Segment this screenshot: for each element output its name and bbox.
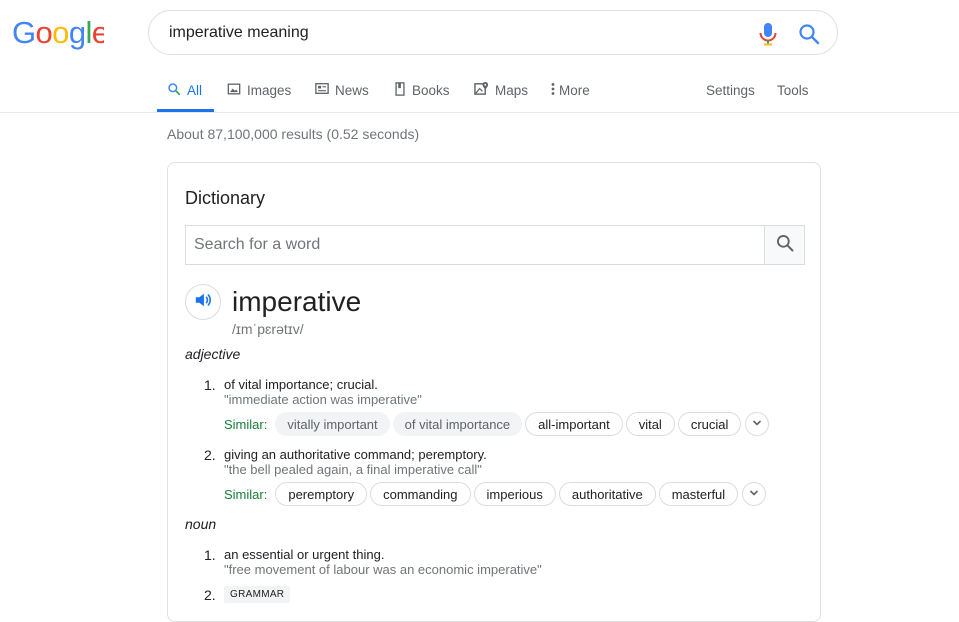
- tab-label: Images: [247, 82, 292, 98]
- tab-label: All: [187, 82, 203, 98]
- tab-tools[interactable]: Tools: [777, 68, 809, 112]
- similar-label: Similar:: [224, 486, 268, 502]
- part-of-speech: adjective: [185, 346, 241, 362]
- svg-text:Google: Google: [12, 16, 104, 50]
- phonetic-spelling: /ɪmˈpɛrətɪv/: [232, 321, 304, 337]
- result-stats: About 87,100,000 results (0.52 seconds): [167, 126, 420, 142]
- speaker-icon: [194, 291, 212, 314]
- similar-words: Similar: vitally important of vital impo…: [224, 412, 770, 436]
- chevron-down-icon: [749, 485, 759, 503]
- synonym-chip[interactable]: imperious: [473, 482, 556, 506]
- microphone-icon[interactable]: [757, 22, 779, 46]
- logo-letter-o2: o: [52, 16, 69, 50]
- similar-label: Similar:: [224, 416, 268, 432]
- tab-label: Settings: [706, 82, 755, 98]
- tab-maps[interactable]: Maps: [474, 68, 528, 112]
- tab-images[interactable]: Images: [227, 68, 291, 112]
- tab-label: Books: [412, 82, 450, 98]
- tab-books[interactable]: Books: [394, 68, 450, 112]
- logo-letter-g: G: [12, 16, 36, 50]
- map-icon: [474, 81, 489, 99]
- synonym-chip[interactable]: authoritative: [558, 482, 656, 506]
- tab-news[interactable]: News: [315, 68, 369, 112]
- synonym-chip[interactable]: peremptory: [275, 482, 368, 506]
- tab-more[interactable]: More: [550, 68, 590, 112]
- part-of-speech: noun: [185, 516, 217, 532]
- logo-letter-g2: g: [69, 16, 86, 50]
- tab-settings[interactable]: Settings: [706, 68, 755, 112]
- synonym-chip[interactable]: of vital importance: [392, 412, 523, 436]
- news-icon: [315, 82, 329, 98]
- definition-text: an essential or urgent thing.: [224, 547, 385, 562]
- chevron-down-icon: [752, 415, 762, 433]
- more-vertical-icon: [550, 82, 556, 99]
- book-icon: [394, 81, 406, 99]
- search-tabs: All Images News Books Maps More Settings…: [0, 68, 959, 113]
- expand-synonyms-button[interactable]: [742, 482, 767, 506]
- tab-label: Maps: [495, 82, 529, 98]
- google-logo[interactable]: Google: [12, 16, 104, 50]
- tab-label: News: [335, 82, 369, 98]
- search-icon[interactable]: [797, 22, 821, 46]
- dictionary-title: Dictionary: [185, 188, 266, 208]
- pronunciation-button[interactable]: [185, 284, 221, 320]
- headword: imperative: [232, 286, 362, 317]
- dictionary-search-button[interactable]: [764, 226, 804, 264]
- sense-number: 2.: [204, 587, 216, 603]
- synonym-chip[interactable]: crucial: [677, 412, 742, 436]
- sense-number: 1.: [204, 547, 216, 563]
- synonym-chip[interactable]: commanding: [370, 482, 471, 506]
- example-text: "the bell pealed again, a final imperati…: [224, 462, 482, 477]
- tab-label: Tools: [777, 82, 809, 98]
- tab-all[interactable]: All: [157, 68, 215, 112]
- image-icon: [227, 82, 241, 99]
- search-input[interactable]: [169, 23, 729, 43]
- synonym-chip[interactable]: masterful: [658, 482, 739, 506]
- search-icon: [775, 233, 795, 258]
- example-text: "free movement of labour was an economic…: [224, 562, 542, 577]
- search-bar: [148, 10, 838, 55]
- definition-text: of vital importance; crucial.: [224, 377, 378, 392]
- sense-number: 2.: [204, 447, 216, 463]
- similar-words: Similar: peremptory commanding imperious…: [224, 482, 767, 506]
- logo-letter-o1: o: [36, 16, 53, 50]
- search-icon: [167, 82, 181, 99]
- tab-label: More: [559, 82, 590, 98]
- dictionary-search-box: [185, 225, 805, 265]
- dictionary-search-input[interactable]: [186, 226, 765, 264]
- example-text: "immediate action was imperative": [224, 392, 422, 407]
- synonym-chip[interactable]: vital: [625, 412, 675, 436]
- dictionary-card: Dictionary imperative /ɪmˈpɛrətɪv/ adjec…: [167, 162, 821, 622]
- logo-letter-e: e: [92, 16, 104, 50]
- synonym-chip[interactable]: vitally important: [275, 412, 390, 436]
- expand-synonyms-button[interactable]: [745, 412, 770, 436]
- definition-text: giving an authoritative command; perempt…: [224, 447, 487, 462]
- sense-number: 1.: [204, 377, 216, 393]
- synonym-chip[interactable]: all-important: [525, 412, 623, 436]
- grammar-label: GRAMMAR: [224, 586, 291, 603]
